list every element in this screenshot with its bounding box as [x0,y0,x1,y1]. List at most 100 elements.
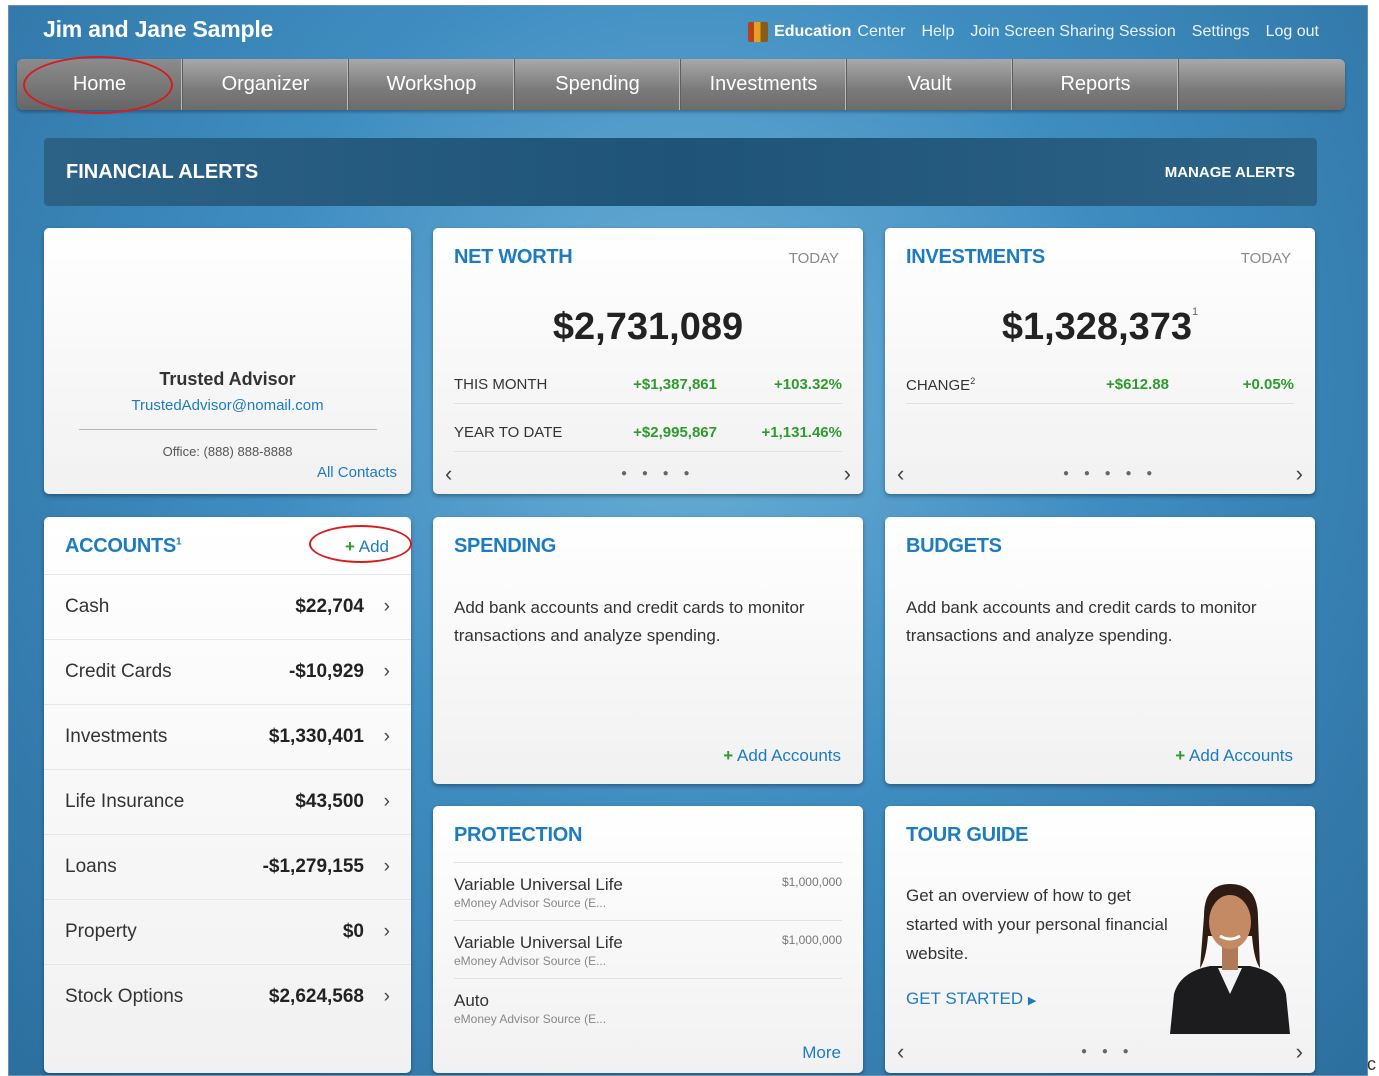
advisor-email-link[interactable]: TrustedAdvisor@nomail.com [44,397,411,414]
add-accounts-label: Add Accounts [1189,746,1293,765]
policy-name: Auto [454,991,489,1010]
spending-title[interactable]: SPENDING [454,535,556,558]
account-row-credit-cards[interactable]: Credit Cards -$10,929 › [44,639,411,704]
account-amount: $0 [342,921,364,942]
tab-vault[interactable]: Vault [847,59,1013,110]
play-triangle-icon: ▶ [1027,995,1037,1007]
account-name: Loans [65,856,117,877]
carousel-dots: ● ● ● [1081,1046,1135,1057]
accounts-title[interactable]: ACCOUNTS [65,535,176,557]
education-label-bold: Education [774,23,852,40]
get-started-label: GET STARTED [906,989,1024,1008]
chevron-right-icon[interactable]: › [1296,461,1303,487]
chevron-right-icon: › [383,986,390,1007]
main-nav: Home Organizer Workshop Spending Investm… [17,59,1345,110]
policy-row[interactable]: Variable Universal Life eMoney Advisor S… [454,862,842,920]
account-name: Stock Options [65,986,184,1007]
chevron-left-icon[interactable]: ‹ [897,461,904,487]
education-label-rest: Center [857,23,906,40]
manage-alerts-link[interactable]: MANAGE ALERTS [1165,164,1295,181]
top-links: Education Center Help Join Screen Sharin… [748,22,1319,42]
accounts-title-wrap: ACCOUNTS1 [65,535,182,558]
financial-alerts-title: FINANCIAL ALERTS [66,160,259,183]
user-name: Jim and Jane Sample [43,16,274,42]
guide-person-image [1170,884,1290,1034]
chevron-right-icon[interactable]: › [844,461,851,487]
protection-more-link[interactable]: More [802,1043,841,1063]
investments-value-wrap: $1,328,3731 [885,306,1315,349]
investments-change-row: CHANGE2 +$612.88 +0.05% [906,366,1294,404]
policy-amount: $1,000,000 [781,875,842,889]
policy-source: eMoney Advisor Source (E... [454,1012,607,1026]
protection-title[interactable]: PROTECTION [454,824,582,847]
education-center-link[interactable]: Education Center [748,22,905,42]
tab-reports[interactable]: Reports [1013,59,1179,110]
change-percent: +0.05% [1242,376,1294,393]
row-percent: +1,131.46% [761,424,843,441]
logout-link[interactable]: Log out [1266,23,1319,41]
advisor-card: Trusted Advisor TrustedAdvisor@nomail.co… [44,228,411,494]
tab-investments[interactable]: Investments [681,59,847,110]
carousel-dots: ● ● ● ● [621,468,696,479]
settings-link[interactable]: Settings [1192,23,1250,41]
chevron-right-icon: › [383,856,390,877]
change-label: CHANGE [906,376,971,394]
investments-footnote: 1 [1192,306,1199,318]
help-link[interactable]: Help [921,23,954,41]
chevron-left-icon[interactable]: ‹ [445,461,452,487]
budgets-description: Add bank accounts and credit cards to mo… [906,598,1257,645]
tour-guide-title[interactable]: TOUR GUIDE [906,824,1029,847]
budgets-title[interactable]: BUDGETS [906,535,1002,558]
all-contacts-link[interactable]: All Contacts [317,464,397,481]
account-amount: $22,704 [295,596,364,617]
account-name: Investments [65,726,168,747]
account-row-life-insurance[interactable]: Life Insurance $43,500 › [44,769,411,834]
budgets-add-accounts-link[interactable]: + Add Accounts [1175,746,1293,766]
net-worth-title[interactable]: NET WORTH [454,246,573,269]
row-amount: +$2,995,867 [633,424,717,441]
policy-source: eMoney Advisor Source (E... [454,954,607,968]
spending-add-accounts-link[interactable]: + Add Accounts [723,746,841,766]
plus-icon: + [723,746,734,765]
chevron-right-icon: › [383,661,390,682]
account-name: Life Insurance [65,791,185,812]
account-row-investments[interactable]: Investments $1,330,401 › [44,704,411,769]
account-name: Credit Cards [65,661,172,682]
row-label: YEAR TO DATE [454,424,563,441]
row-amount: +$1,387,861 [633,376,717,393]
financial-alerts-bar: FINANCIAL ALERTS MANAGE ALERTS [44,138,1317,206]
investments-title[interactable]: INVESTMENTS [906,246,1045,269]
tab-spending[interactable]: Spending [515,59,681,110]
net-worth-row: THIS MONTH +$1,387,861 +103.32% [454,366,842,404]
chevron-left-icon[interactable]: ‹ [897,1039,904,1065]
tab-organizer[interactable]: Organizer [183,59,349,110]
plus-icon: + [1175,746,1186,765]
account-row-loans[interactable]: Loans -$1,279,155 › [44,834,411,899]
net-worth-row: YEAR TO DATE +$2,995,867 +1,131.46% [454,414,842,452]
get-started-link[interactable]: GET STARTED ▶ [906,989,1036,1009]
chevron-right-icon: › [383,921,390,942]
net-worth-period: TODAY [788,250,839,267]
tour-guide-card: TOUR GUIDE Get an overview of how to get… [885,806,1315,1073]
tab-workshop[interactable]: Workshop [349,59,515,110]
add-highlight-oval [309,525,412,563]
edge-text: c [1367,1054,1376,1074]
chevron-right-icon[interactable]: › [1296,1039,1303,1065]
policy-source: eMoney Advisor Source (E... [454,896,607,910]
home-highlight-oval [23,56,173,114]
policy-name: Variable Universal Life [454,933,623,952]
row-percent: +103.32% [774,376,842,393]
account-row-property[interactable]: Property $0 › [44,899,411,964]
account-row-stock-options[interactable]: Stock Options $2,624,568 › [44,964,411,1029]
chevron-right-icon: › [383,596,390,617]
carousel-dots: ● ● ● ● ● [1063,468,1159,479]
accounts-sup: 1 [175,536,182,548]
account-name: Cash [65,596,110,617]
policy-row[interactable]: Auto eMoney Advisor Source (E... [454,978,842,1036]
change-amount: +$612.88 [1106,376,1169,393]
add-accounts-label: Add Accounts [737,746,841,765]
account-row-cash[interactable]: Cash $22,704 › [44,574,411,639]
protection-card: PROTECTION Variable Universal Life eMone… [433,806,863,1073]
screen-sharing-link[interactable]: Join Screen Sharing Session [970,23,1175,41]
policy-row[interactable]: Variable Universal Life eMoney Advisor S… [454,920,842,978]
